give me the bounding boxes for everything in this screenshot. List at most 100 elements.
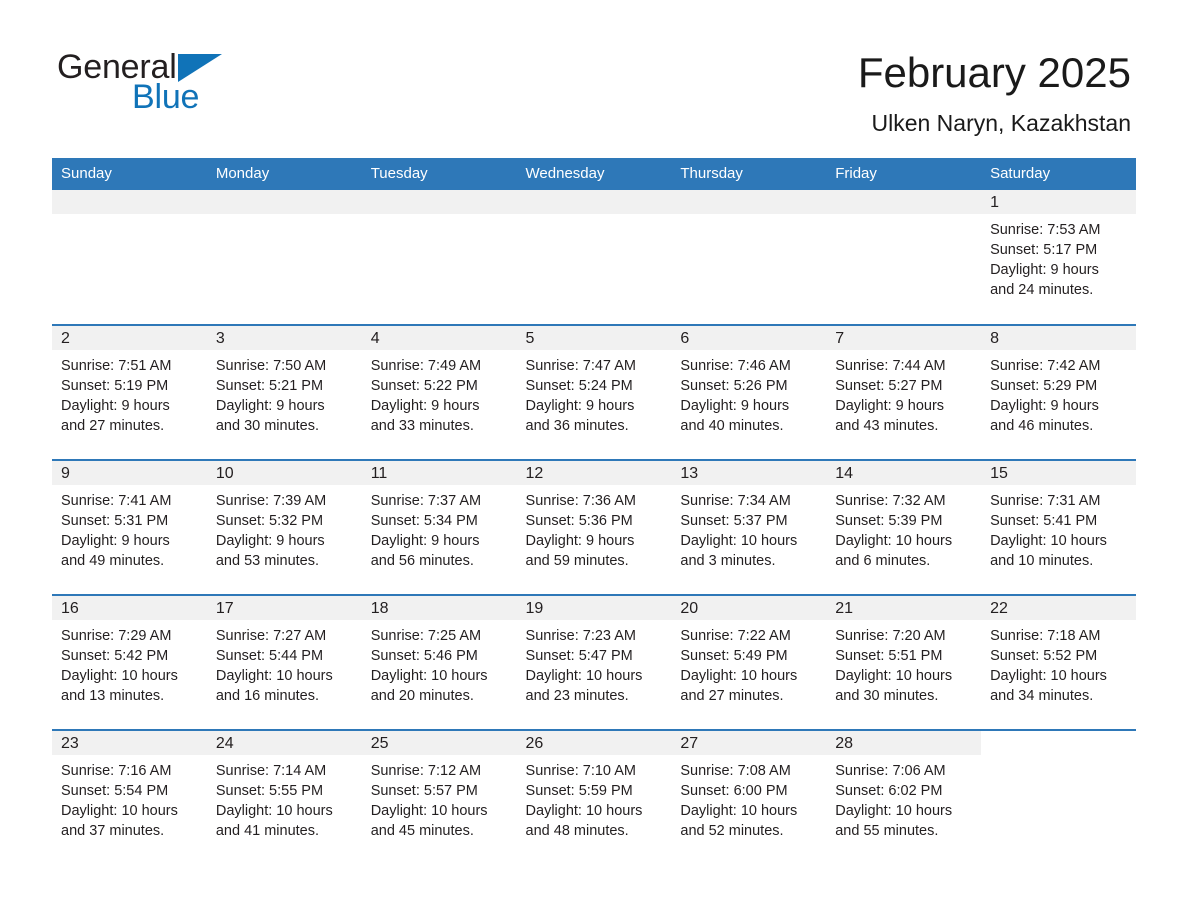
sunset-text: Sunset: 5:57 PM <box>370 783 478 799</box>
day-cell[interactable]: 26 Sunrise: 7:10 AM Sunset: 5:59 PM Dayligh… <box>516 731 672 864</box>
day-cell-empty <box>826 190 982 323</box>
day-cell[interactable]: 28 Sunrise: 7:06 AM Sunset: 6:02 PM Dayligh… <box>826 731 982 864</box>
sunset-text: Sunset: 5:39 PM <box>835 513 943 529</box>
calendar-page: General Blue February 2025 Ulken Naryn, … <box>0 0 1188 918</box>
day-cell[interactable]: 9 Sunrise: 7:41 AM Sunset: 5:31 PM Daylight… <box>52 461 207 594</box>
day-cell[interactable]: 27 Sunrise: 7:08 AM Sunset: 6:00 PM Dayligh… <box>671 731 827 864</box>
day-number: 12 <box>516 461 672 485</box>
day-cell[interactable]: 6 Sunrise: 7:46 AM Sunset: 5:26 PM Daylight… <box>671 326 827 459</box>
sunrise-text: Sunrise: 7:53 AM <box>990 222 1101 238</box>
sunset-text: Sunset: 5:21 PM <box>215 378 324 394</box>
day-cell[interactable]: 11 Sunrise: 7:37 AM Sunset: 5:34 PM Dayligh… <box>361 461 517 594</box>
calendar-cell: 25 Sunrise: 7:12 AM Sunset: 5:57 PM Dayligh… <box>361 729 517 865</box>
sunrise-text: Sunrise: 7:16 AM <box>61 763 172 779</box>
day-sun-info: Sunrise: 7:10 AM Sunset: 5:59 PM Daylight:… <box>517 755 672 841</box>
sunrise-text: Sunrise: 7:34 AM <box>680 493 791 509</box>
calendar-cell: 4 Sunrise: 7:49 AM Sunset: 5:22 PM Daylight… <box>361 324 517 460</box>
day-cell[interactable]: 16 Sunrise: 7:29 AM Sunset: 5:42 PM Dayligh… <box>52 596 207 729</box>
day-cell[interactable]: 23 Sunrise: 7:16 AM Sunset: 5:54 PM Dayligh… <box>52 731 207 864</box>
calendar-cell: 2 Sunrise: 7:51 AM Sunset: 5:19 PM Daylight… <box>52 324 207 460</box>
daylight-text: Daylight: 10 hours and 30 minutes. <box>835 668 953 704</box>
sunrise-text: Sunrise: 7:31 AM <box>990 493 1101 509</box>
sunrise-text: Sunrise: 7:29 AM <box>61 628 172 644</box>
day-cell[interactable]: 19 Sunrise: 7:23 AM Sunset: 5:47 PM Dayligh… <box>516 596 672 729</box>
day-cell[interactable]: 10 Sunrise: 7:39 AM Sunset: 5:32 PM Dayligh… <box>206 461 362 594</box>
day-cell-empty <box>52 190 207 323</box>
day-cell[interactable]: 14 Sunrise: 7:32 AM Sunset: 5:39 PM Dayligh… <box>826 461 982 594</box>
daylight-text: Daylight: 9 hours and 30 minutes. <box>215 398 325 434</box>
weekday-header-wednesday: Wednesday <box>516 158 672 190</box>
day-number <box>981 731 1136 755</box>
sunrise-text: Sunrise: 7:41 AM <box>61 493 172 509</box>
day-number: 2 <box>52 326 207 350</box>
day-cell[interactable]: 13 Sunrise: 7:34 AM Sunset: 5:37 PM Dayligh… <box>671 461 827 594</box>
sunset-text: Sunset: 5:55 PM <box>215 783 324 799</box>
calendar-cell: 23 Sunrise: 7:16 AM Sunset: 5:54 PM Dayligh… <box>52 729 207 865</box>
calendar-cell: 28 Sunrise: 7:06 AM Sunset: 6:02 PM Dayligh… <box>826 729 982 865</box>
day-cell-empty <box>206 190 362 323</box>
day-cell[interactable]: 12 Sunrise: 7:36 AM Sunset: 5:36 PM Dayligh… <box>516 461 672 594</box>
calendar-cell: 7 Sunrise: 7:44 AM Sunset: 5:27 PM Daylight… <box>826 324 982 460</box>
day-cell-empty <box>981 731 1136 864</box>
weekday-header-saturday: Saturday <box>981 158 1136 190</box>
day-sun-info: Sunrise: 7:31 AM Sunset: 5:41 PM Daylight:… <box>981 485 1136 571</box>
sunrise-text: Sunrise: 7:50 AM <box>215 358 327 374</box>
day-cell[interactable]: 15 Sunrise: 7:31 AM Sunset: 5:41 PM Dayligh… <box>981 461 1136 594</box>
calendar-cell <box>826 190 982 325</box>
sunrise-text: Sunrise: 7:49 AM <box>370 358 482 374</box>
sunset-text: Sunset: 5:31 PM <box>61 513 169 529</box>
day-cell[interactable]: 17 Sunrise: 7:27 AM Sunset: 5:44 PM Dayligh… <box>206 596 362 729</box>
day-number: 18 <box>361 596 517 620</box>
day-sun-info: Sunrise: 7:41 AM Sunset: 5:31 PM Daylight:… <box>52 485 207 571</box>
day-cell[interactable]: 5 Sunrise: 7:47 AM Sunset: 5:24 PM Daylight… <box>516 326 672 459</box>
day-cell[interactable]: 25 Sunrise: 7:12 AM Sunset: 5:57 PM Dayligh… <box>361 731 517 864</box>
calendar-cell: 12 Sunrise: 7:36 AM Sunset: 5:36 PM Dayligh… <box>516 459 672 595</box>
day-cell[interactable]: 4 Sunrise: 7:49 AM Sunset: 5:22 PM Daylight… <box>361 326 517 459</box>
day-cell[interactable]: 18 Sunrise: 7:25 AM Sunset: 5:46 PM Dayligh… <box>361 596 517 729</box>
day-number: 1 <box>981 190 1136 214</box>
day-sun-info: Sunrise: 7:23 AM Sunset: 5:47 PM Daylight:… <box>517 620 672 706</box>
calendar-table: Sunday Monday Tuesday Wednesday Thursday… <box>52 158 1136 865</box>
day-number: 25 <box>361 731 517 755</box>
weekday-header-tuesday: Tuesday <box>361 158 517 190</box>
daylight-text: Daylight: 10 hours and 6 minutes. <box>835 533 953 569</box>
day-sun-info: Sunrise: 7:37 AM Sunset: 5:34 PM Daylight:… <box>362 485 517 571</box>
day-cell[interactable]: 2 Sunrise: 7:51 AM Sunset: 5:19 PM Daylight… <box>52 326 207 459</box>
calendar-cell: 14 Sunrise: 7:32 AM Sunset: 5:39 PM Dayligh… <box>826 459 982 595</box>
day-number: 17 <box>206 596 362 620</box>
day-cell[interactable]: 8 Sunrise: 7:42 AM Sunset: 5:29 PM Daylight… <box>981 326 1136 459</box>
daylight-text: Daylight: 9 hours and 59 minutes. <box>525 533 635 569</box>
calendar-cell: 20 Sunrise: 7:22 AM Sunset: 5:49 PM Dayligh… <box>671 594 827 730</box>
sunset-text: Sunset: 5:27 PM <box>835 378 943 394</box>
day-cell[interactable]: 3 Sunrise: 7:50 AM Sunset: 5:21 PM Daylight… <box>206 326 362 459</box>
sunset-text: Sunset: 5:49 PM <box>680 648 788 664</box>
sunrise-text: Sunrise: 7:27 AM <box>215 628 327 644</box>
day-sun-info: Sunrise: 7:36 AM Sunset: 5:36 PM Daylight:… <box>517 485 672 571</box>
day-cell[interactable]: 21 Sunrise: 7:20 AM Sunset: 5:51 PM Dayligh… <box>826 596 982 729</box>
general-blue-logo[interactable]: General Blue <box>57 50 317 122</box>
day-sun-info: Sunrise: 7:29 AM Sunset: 5:42 PM Daylight:… <box>52 620 207 706</box>
day-cell-empty <box>361 190 517 323</box>
calendar-week-row: 2 Sunrise: 7:51 AM Sunset: 5:19 PM Daylight… <box>52 324 1136 460</box>
day-cell[interactable]: 24 Sunrise: 7:14 AM Sunset: 5:55 PM Dayligh… <box>206 731 362 864</box>
daylight-text: Daylight: 9 hours and 43 minutes. <box>835 398 945 434</box>
sunset-text: Sunset: 5:46 PM <box>370 648 478 664</box>
day-number: 13 <box>671 461 827 485</box>
sunrise-text: Sunrise: 7:32 AM <box>835 493 946 509</box>
page-title: February 2025 <box>857 49 1131 96</box>
sunset-text: Sunset: 5:29 PM <box>990 378 1098 394</box>
day-cell[interactable]: 22 Sunrise: 7:18 AM Sunset: 5:52 PM Dayligh… <box>981 596 1136 729</box>
title-block: February 2025 Ulken Naryn, Kazakhstan <box>491 48 1131 138</box>
day-cell[interactable]: 1 Sunrise: 7:53 AM Sunset: 5:17 PM Daylight… <box>981 190 1136 323</box>
calendar-week-row: 16 Sunrise: 7:29 AM Sunset: 5:42 PM Dayligh… <box>52 594 1136 730</box>
day-cell[interactable]: 7 Sunrise: 7:44 AM Sunset: 5:27 PM Daylight… <box>826 326 982 459</box>
day-sun-info: Sunrise: 7:50 AM Sunset: 5:21 PM Daylight:… <box>207 350 362 436</box>
sunrise-text: Sunrise: 7:08 AM <box>680 763 791 779</box>
weekday-header-thursday: Thursday <box>671 158 827 190</box>
day-cell[interactable]: 20 Sunrise: 7:22 AM Sunset: 5:49 PM Dayligh… <box>671 596 827 729</box>
calendar-cell <box>671 190 827 325</box>
logo-text-blue: Blue <box>132 78 200 116</box>
calendar-cell: 21 Sunrise: 7:20 AM Sunset: 5:51 PM Dayligh… <box>826 594 982 730</box>
calendar-cell: 9 Sunrise: 7:41 AM Sunset: 5:31 PM Daylight… <box>52 459 207 595</box>
day-number: 23 <box>52 731 207 755</box>
